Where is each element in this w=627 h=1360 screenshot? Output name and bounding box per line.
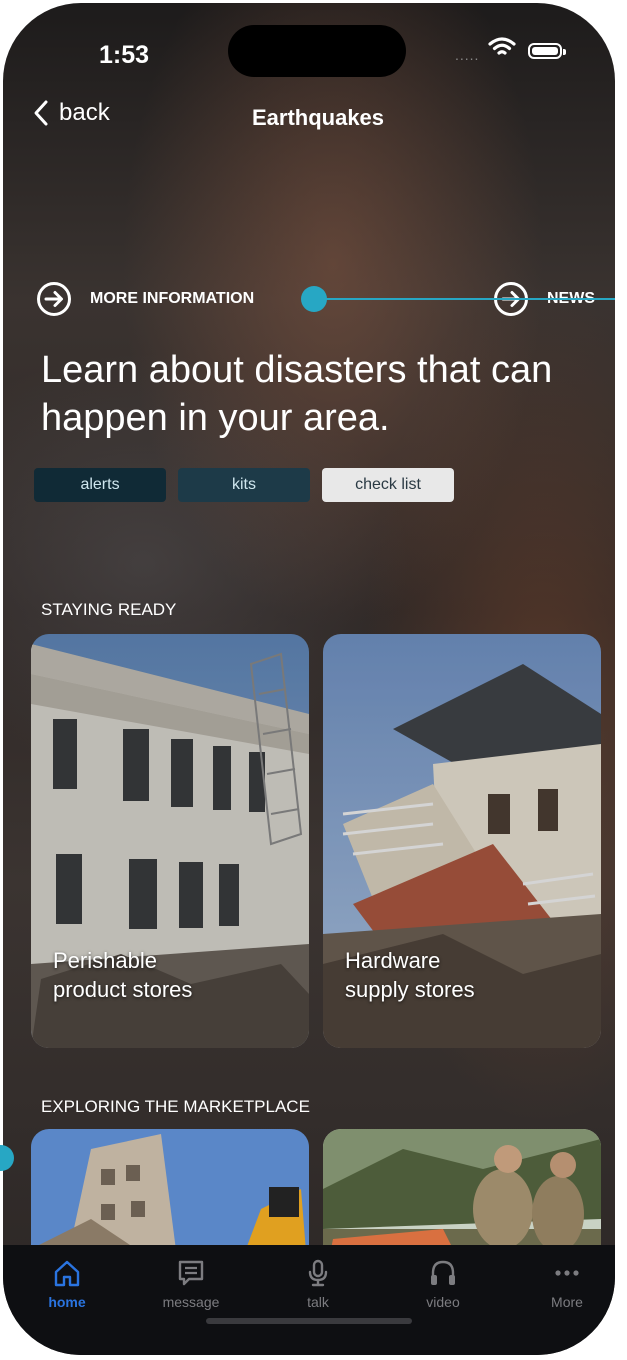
tab-home[interactable]: home xyxy=(17,1258,117,1310)
card-perishable-stores[interactable]: Perishable product stores xyxy=(31,634,309,1048)
home-indicator xyxy=(206,1318,412,1324)
more-dots-icon xyxy=(555,1270,579,1276)
wifi-icon xyxy=(488,37,516,55)
filter-chips: alerts kits check list xyxy=(34,468,466,502)
chip-check-list[interactable]: check list xyxy=(322,468,454,502)
chip-kits[interactable]: kits xyxy=(178,468,310,502)
section-label-staying-ready: STAYING READY xyxy=(41,600,177,619)
more-information-link[interactable]: MORE INFORMATION xyxy=(36,281,254,317)
chip-alerts[interactable]: alerts xyxy=(34,468,166,502)
battery-icon xyxy=(528,43,566,59)
card-title: Hardware supply stores xyxy=(345,948,475,1002)
cellular-signal-icon: ..... xyxy=(455,47,480,63)
tab-message[interactable]: message xyxy=(141,1258,241,1310)
tab-more[interactable]: More xyxy=(517,1258,615,1310)
tab-video[interactable]: video xyxy=(393,1258,493,1310)
section-label-marketplace: EXPLORING THE MARKETPLACE xyxy=(41,1097,310,1116)
microphone-icon xyxy=(308,1259,328,1287)
tab-label: More xyxy=(551,1294,583,1310)
card-title: Perishable product stores xyxy=(53,948,193,1002)
tab-label: message xyxy=(162,1294,220,1310)
message-icon xyxy=(178,1260,204,1286)
tab-talk[interactable]: talk xyxy=(268,1258,368,1310)
phone-screen: 1:53 ..... back Earthquakes MORE INFORMA… xyxy=(3,3,615,1355)
headphones-icon xyxy=(431,1260,455,1285)
headline: Learn about disasters that can happen in… xyxy=(41,349,553,439)
home-icon xyxy=(54,1260,80,1287)
annotation-dot xyxy=(301,286,327,312)
tab-label: video xyxy=(426,1294,460,1310)
tab-bar: home message talk video More xyxy=(3,1245,615,1355)
card-hardware-stores[interactable]: Hardware supply stores xyxy=(323,634,601,1048)
arrow-circle-right-icon xyxy=(37,282,71,316)
more-information-label: MORE INFORMATION xyxy=(90,290,255,307)
annotation-connector-line xyxy=(313,298,615,300)
status-time: 1:53 xyxy=(99,41,150,69)
dynamic-island xyxy=(228,25,406,77)
tab-label: home xyxy=(48,1294,86,1310)
page-title: Earthquakes xyxy=(251,105,385,130)
tab-label: talk xyxy=(307,1294,329,1310)
